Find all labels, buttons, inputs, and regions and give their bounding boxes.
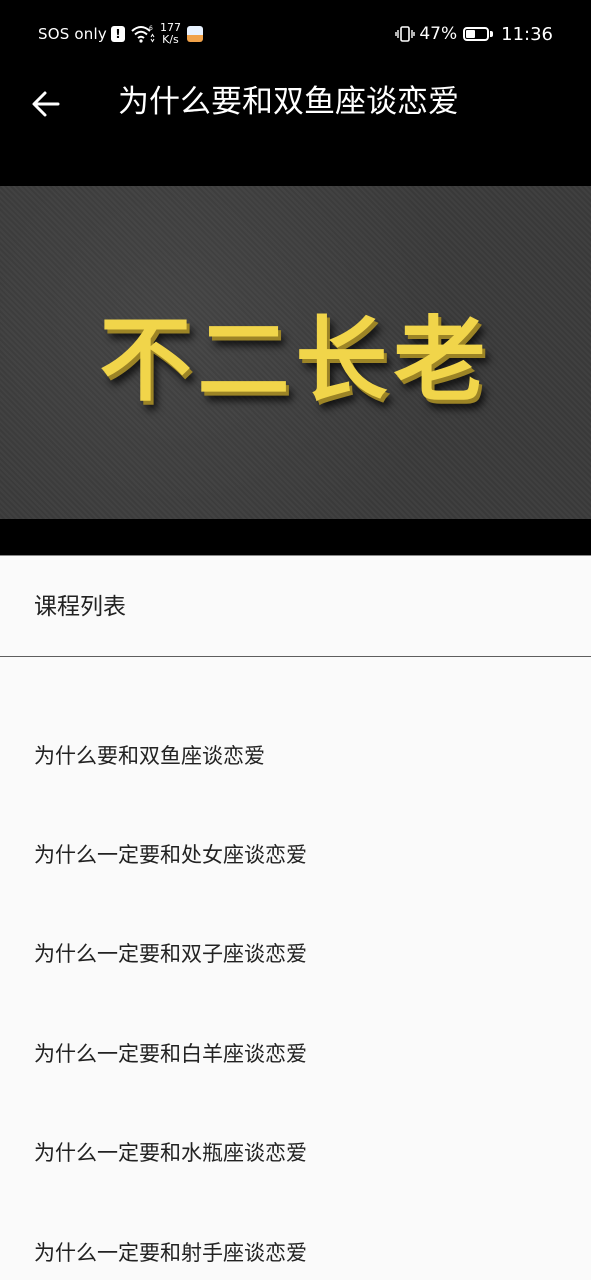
list-item-label: 为什么一定要和白羊座谈恋爱	[34, 1041, 307, 1066]
status-bar: SOS only ! 6 177 K/s 47% 11:36	[0, 0, 591, 66]
status-bar-right: 47% 11:36	[395, 20, 553, 48]
list-item-label: 为什么一定要和水瓶座谈恋爱	[34, 1141, 307, 1166]
carrier-text: SOS only	[38, 25, 107, 43]
arrow-left-icon	[32, 91, 60, 117]
wifi-icon: 6	[131, 25, 155, 43]
course-banner: 不二长老	[0, 186, 591, 556]
list-item[interactable]: 为什么要和双鱼座谈恋爱	[0, 706, 591, 805]
banner-divider	[0, 555, 591, 556]
network-speed-unit: K/s	[162, 33, 179, 46]
course-list-header: 课程列表	[0, 557, 591, 657]
network-speed: 177 K/s	[160, 22, 181, 46]
app-notification-icon	[186, 26, 203, 42]
list-item-label: 为什么一定要和双子座谈恋爱	[34, 942, 307, 967]
list-item[interactable]: 为什么一定要和射手座谈恋爱	[0, 1203, 591, 1280]
app-screen: SOS only ! 6 177 K/s 47% 11:36 为什么要和双鱼座谈…	[0, 0, 591, 1280]
battery-level-fill	[466, 30, 476, 38]
list-item-label: 为什么一定要和处女座谈恋爱	[34, 843, 307, 868]
battery-percent: 47%	[419, 24, 458, 44]
vibrate-icon	[395, 26, 416, 42]
battery-icon	[463, 27, 490, 41]
list-item[interactable]: 为什么一定要和白羊座谈恋爱	[0, 1004, 591, 1103]
list-item[interactable]: 为什么一定要和双子座谈恋爱	[0, 905, 591, 1004]
back-button[interactable]	[20, 78, 72, 130]
list-item[interactable]: 为什么一定要和处女座谈恋爱	[0, 805, 591, 904]
section-title: 课程列表	[34, 594, 126, 620]
page-title: 为什么要和双鱼座谈恋爱	[118, 84, 459, 120]
list-item-label: 为什么一定要和射手座谈恋爱	[34, 1240, 307, 1265]
course-list: 为什么要和双鱼座谈恋爱 为什么一定要和处女座谈恋爱 为什么一定要和双子座谈恋爱 …	[0, 706, 591, 1280]
battery-tip	[490, 31, 494, 37]
list-item[interactable]: 为什么一定要和水瓶座谈恋爱	[0, 1104, 591, 1203]
app-bar: 为什么要和双鱼座谈恋爱	[0, 66, 591, 186]
list-item-label: 为什么要和双鱼座谈恋爱	[34, 743, 265, 768]
alert-icon: !	[110, 26, 125, 42]
status-bar-left: SOS only ! 6 177 K/s	[38, 20, 203, 48]
banner-text: 不二长老	[99, 307, 492, 414]
svg-text:6: 6	[149, 25, 153, 32]
clock: 11:36	[501, 23, 553, 45]
